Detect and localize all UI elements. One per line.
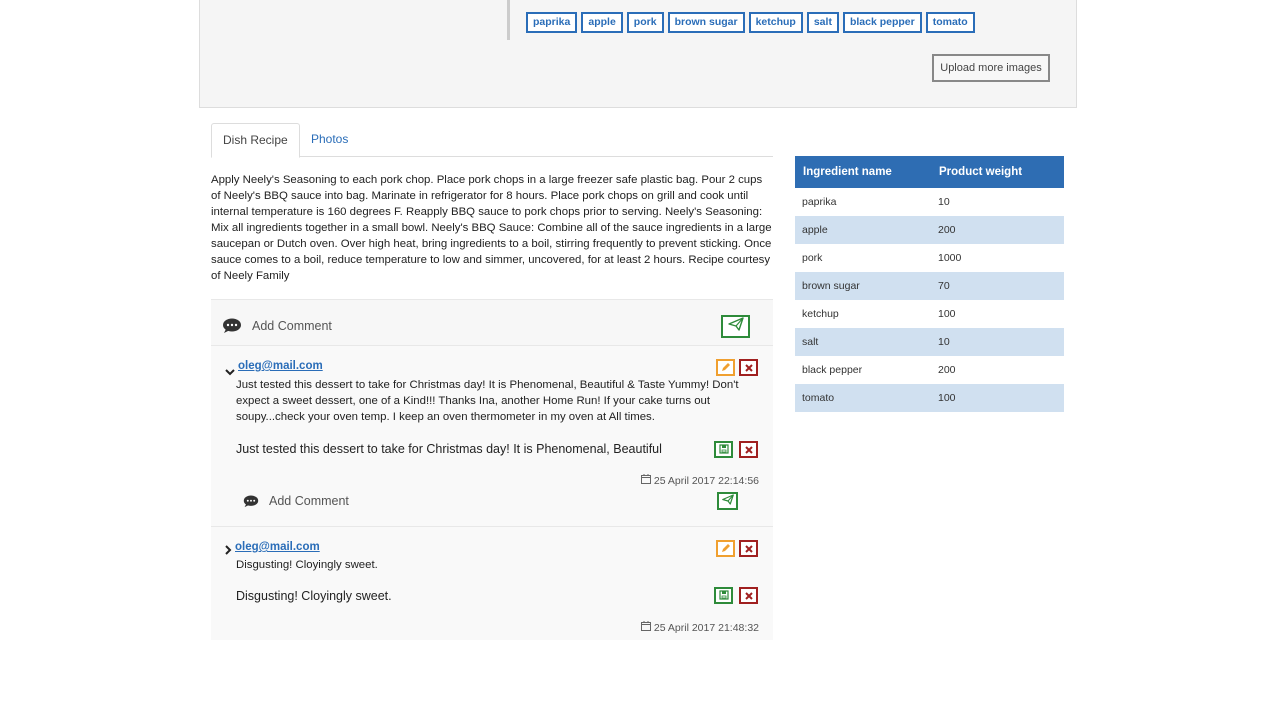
edit-comment-button[interactable] bbox=[716, 359, 735, 376]
tag-pork[interactable]: pork bbox=[626, 12, 664, 33]
ingredient-weight-cell: 200 bbox=[931, 216, 1064, 244]
tag-black-pepper[interactable]: black pepper bbox=[842, 12, 922, 33]
table-row: salt 10 bbox=[795, 328, 1064, 356]
tag-salt[interactable]: salt bbox=[806, 12, 839, 33]
close-icon bbox=[744, 587, 753, 605]
save-comment-button[interactable] bbox=[714, 441, 733, 458]
close-icon bbox=[744, 540, 753, 558]
comment-edit-input[interactable] bbox=[236, 587, 706, 605]
tab-dish-recipe[interactable]: Dish Recipe bbox=[211, 123, 300, 158]
calendar-icon bbox=[640, 621, 651, 634]
chevron-right-icon[interactable] bbox=[224, 542, 234, 555]
tag-brown-sugar[interactable]: brown sugar bbox=[667, 12, 745, 33]
table-row: apple 200 bbox=[795, 216, 1064, 244]
delete-comment-button[interactable] bbox=[739, 359, 758, 376]
table-row: paprika 10 bbox=[795, 188, 1064, 216]
delete-comment-button[interactable] bbox=[739, 540, 758, 557]
ingredient-weight-cell: 70 bbox=[931, 272, 1064, 300]
table-row: pork 1000 bbox=[795, 244, 1064, 272]
comment-bubble-icon bbox=[243, 495, 259, 508]
ingredient-weight-cell: 1000 bbox=[931, 244, 1064, 272]
ingredient-name-cell: tomato bbox=[795, 384, 931, 412]
tag-ketchup[interactable]: ketchup bbox=[748, 12, 803, 33]
send-reply-button[interactable] bbox=[717, 492, 738, 510]
add-comment-row: Add Comment bbox=[222, 318, 332, 334]
images-panel: paprika apple pork brown sugar ketchup s… bbox=[199, 0, 1077, 108]
ingredient-name-cell: black pepper bbox=[795, 356, 931, 384]
ingredient-name-cell: brown sugar bbox=[795, 272, 931, 300]
ingredient-weight-cell: 100 bbox=[931, 300, 1064, 328]
comment-edit-input[interactable] bbox=[236, 440, 706, 458]
paper-plane-icon bbox=[721, 492, 734, 510]
ingredient-name-cell: ketchup bbox=[795, 300, 931, 328]
close-icon bbox=[744, 441, 753, 459]
comment-date-text: 25 April 2017 22:14:56 bbox=[653, 474, 759, 487]
comment-item: oleg@mail.com Disgusting! Cloyingly swee… bbox=[211, 527, 773, 640]
comment-date: 25 April 2017 22:14:56 bbox=[640, 474, 759, 487]
ingredient-tags: paprika apple pork brown sugar ketchup s… bbox=[507, 0, 975, 40]
tag-apple[interactable]: apple bbox=[581, 12, 623, 33]
table-row: black pepper 200 bbox=[795, 356, 1064, 384]
comment-date: 25 April 2017 21:48:32 bbox=[640, 621, 759, 634]
tag-paprika[interactable]: paprika bbox=[526, 12, 578, 33]
recipe-description: Apply Neely's Seasoning to each pork cho… bbox=[211, 174, 772, 282]
reply-add-comment-label[interactable]: Add Comment bbox=[269, 494, 349, 508]
ingredient-weight-cell: 10 bbox=[931, 328, 1064, 356]
add-comment-label[interactable]: Add Comment bbox=[252, 319, 332, 333]
table-header-row: Ingredient name Product weight bbox=[795, 156, 1064, 188]
edit-comment-button[interactable] bbox=[716, 540, 735, 557]
chevron-down-icon[interactable] bbox=[225, 363, 235, 376]
comment-text: Just tested this dessert to take for Chr… bbox=[236, 379, 739, 423]
comment-author-link[interactable]: oleg@mail.com bbox=[235, 541, 320, 553]
comment-bubble-icon bbox=[222, 318, 242, 334]
save-comment-button[interactable] bbox=[714, 587, 733, 604]
column-header-ingredient: Ingredient name bbox=[795, 156, 931, 188]
ingredient-name-cell: apple bbox=[795, 216, 931, 244]
ingredient-weight-cell: 100 bbox=[931, 384, 1064, 412]
floppy-disk-icon bbox=[718, 587, 729, 605]
table-row: brown sugar 70 bbox=[795, 272, 1064, 300]
ingredient-name-cell: pork bbox=[795, 244, 931, 272]
close-icon bbox=[744, 359, 753, 377]
recipe-tabs: Dish Recipe Photos bbox=[211, 123, 773, 158]
pencil-icon bbox=[721, 540, 731, 558]
paper-plane-icon bbox=[727, 317, 744, 336]
comment-date-text: 25 April 2017 21:48:32 bbox=[653, 621, 759, 634]
ingredient-weight-cell: 10 bbox=[931, 188, 1064, 216]
table-row: tomato 100 bbox=[795, 384, 1064, 412]
cancel-edit-button[interactable] bbox=[739, 587, 758, 604]
ingredient-name-cell: paprika bbox=[795, 188, 931, 216]
tag-tomato[interactable]: tomato bbox=[925, 12, 975, 33]
table-row: ketchup 100 bbox=[795, 300, 1064, 328]
cancel-edit-button[interactable] bbox=[739, 441, 758, 458]
tab-photos[interactable]: Photos bbox=[300, 123, 359, 157]
send-comment-button[interactable] bbox=[721, 315, 750, 338]
comments-section: Add Comment oleg@mail.com Just tested th… bbox=[211, 300, 773, 640]
reply-add-comment-row: Add Comment bbox=[243, 494, 349, 508]
comment-item: oleg@mail.com Just tested this dessert t… bbox=[211, 346, 773, 526]
ingredient-weight-cell: 200 bbox=[931, 356, 1064, 384]
ingredients-table: Ingredient name Product weight paprika 1… bbox=[795, 156, 1064, 412]
upload-more-images-button[interactable]: Upload more images bbox=[932, 54, 1050, 82]
calendar-icon bbox=[640, 474, 651, 487]
pencil-icon bbox=[721, 359, 731, 377]
ingredient-name-cell: salt bbox=[795, 328, 931, 356]
floppy-disk-icon bbox=[718, 441, 729, 459]
column-header-weight: Product weight bbox=[931, 156, 1064, 188]
comment-author-link[interactable]: oleg@mail.com bbox=[238, 360, 323, 372]
comment-text: Disgusting! Cloyingly sweet. bbox=[236, 559, 378, 571]
